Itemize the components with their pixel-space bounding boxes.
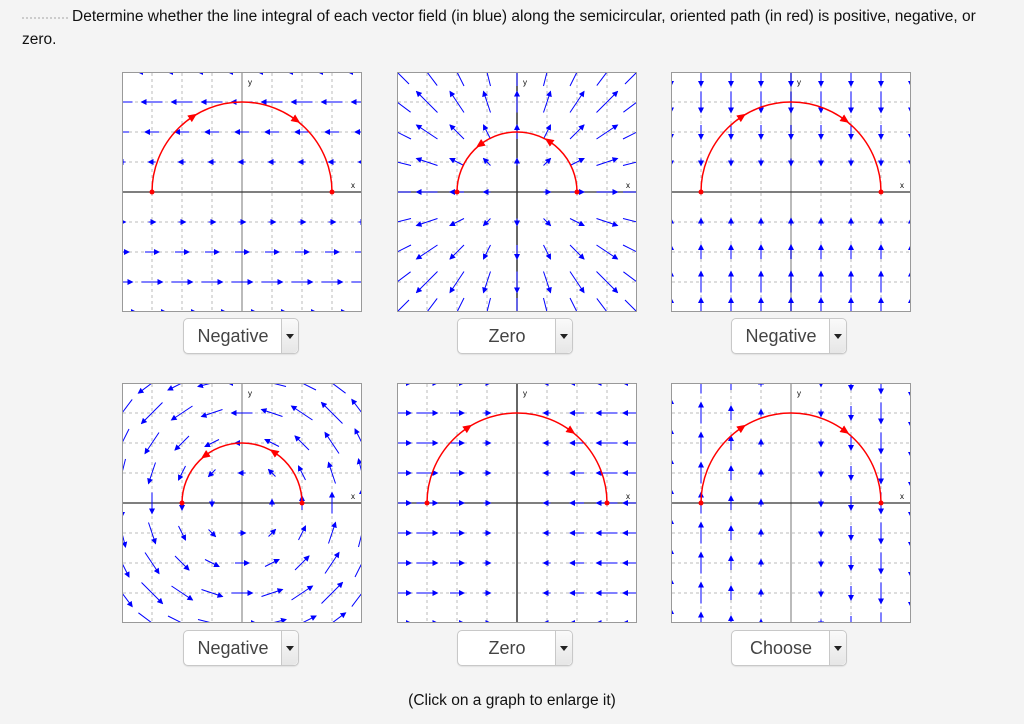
y-axis-label: y xyxy=(797,389,801,398)
field-vector xyxy=(350,611,361,622)
chevron-down-icon[interactable] xyxy=(281,319,298,353)
path-endpoint xyxy=(424,500,430,506)
y-axis-label: y xyxy=(523,389,527,398)
field-vector xyxy=(123,611,134,622)
vector-field-graph-2[interactable]: xy xyxy=(397,72,637,312)
selected-value: Negative xyxy=(745,326,817,346)
prompt-text: Determine whether the line integral of e… xyxy=(22,8,976,48)
y-axis-label: y xyxy=(248,389,252,398)
y-axis-label: y xyxy=(797,78,801,87)
question-number xyxy=(22,14,68,20)
chevron-down-icon[interactable] xyxy=(555,631,572,665)
selected-value: Negative xyxy=(197,326,269,346)
x-axis-label: x xyxy=(626,492,630,501)
path-endpoint xyxy=(179,500,185,506)
field-vector xyxy=(398,299,410,311)
x-axis-label: x xyxy=(900,492,904,501)
answer-select-5[interactable]: Zero xyxy=(457,630,573,666)
chevron-down-icon[interactable] xyxy=(829,319,846,353)
x-axis-label: x xyxy=(626,181,630,190)
selected-value: Zero xyxy=(488,638,526,658)
chevron-down-icon[interactable] xyxy=(829,631,846,665)
vector-field-graph-1[interactable]: xy xyxy=(122,72,362,312)
path-endpoint xyxy=(299,500,305,506)
path-direction-arrow xyxy=(737,117,742,120)
answer-select-2[interactable]: Zero xyxy=(457,318,573,354)
field-vector xyxy=(123,384,134,395)
path-direction-arrow xyxy=(205,452,210,455)
selected-value: Choose xyxy=(749,638,813,658)
answer-select-6[interactable]: Choose xyxy=(731,630,847,666)
chevron-down-icon[interactable] xyxy=(555,319,572,353)
y-axis-label: y xyxy=(248,78,252,87)
enlarge-hint: (Click on a graph to enlarge it) xyxy=(408,692,616,709)
path-direction-arrow xyxy=(737,428,742,431)
answer-select-3[interactable]: Negative xyxy=(731,318,847,354)
vector-field-graph-4[interactable]: xy xyxy=(122,383,362,623)
vector-field-graph-3[interactable]: xy xyxy=(671,72,911,312)
path-direction-arrow xyxy=(274,452,279,455)
path-endpoint xyxy=(604,500,610,506)
path-endpoint xyxy=(878,189,884,195)
path-direction-arrow xyxy=(463,428,468,431)
path-endpoint xyxy=(878,500,884,506)
path-direction-arrow xyxy=(188,117,193,120)
x-axis-label: x xyxy=(351,181,355,190)
chevron-down-icon[interactable] xyxy=(281,631,298,665)
vector-field-graph-5[interactable]: xy xyxy=(397,383,637,623)
path-direction-arrow xyxy=(840,428,845,431)
path-direction-arrow xyxy=(549,141,554,144)
path-direction-arrow xyxy=(840,117,845,120)
path-endpoint xyxy=(574,189,580,195)
selected-value: Zero xyxy=(488,326,526,346)
vector-field-graph-6[interactable]: xy xyxy=(671,383,911,623)
question-prompt: Determine whether the line integral of e… xyxy=(22,5,1012,51)
answer-select-4[interactable]: Negative xyxy=(183,630,299,666)
y-axis-label: y xyxy=(523,78,527,87)
path-endpoint xyxy=(454,189,460,195)
field-vector xyxy=(398,73,410,85)
path-direction-arrow xyxy=(291,117,296,120)
field-vector xyxy=(624,299,636,311)
field-vector xyxy=(350,384,361,395)
answer-select-1[interactable]: Negative xyxy=(183,318,299,354)
x-axis-label: x xyxy=(900,181,904,190)
path-direction-arrow xyxy=(480,141,485,144)
field-vector xyxy=(624,73,636,85)
path-endpoint xyxy=(329,189,335,195)
path-endpoint xyxy=(149,189,155,195)
path-endpoint xyxy=(698,500,704,506)
path-endpoint xyxy=(698,189,704,195)
path-direction-arrow xyxy=(566,428,571,431)
selected-value: Negative xyxy=(197,638,269,658)
x-axis-label: x xyxy=(351,492,355,501)
